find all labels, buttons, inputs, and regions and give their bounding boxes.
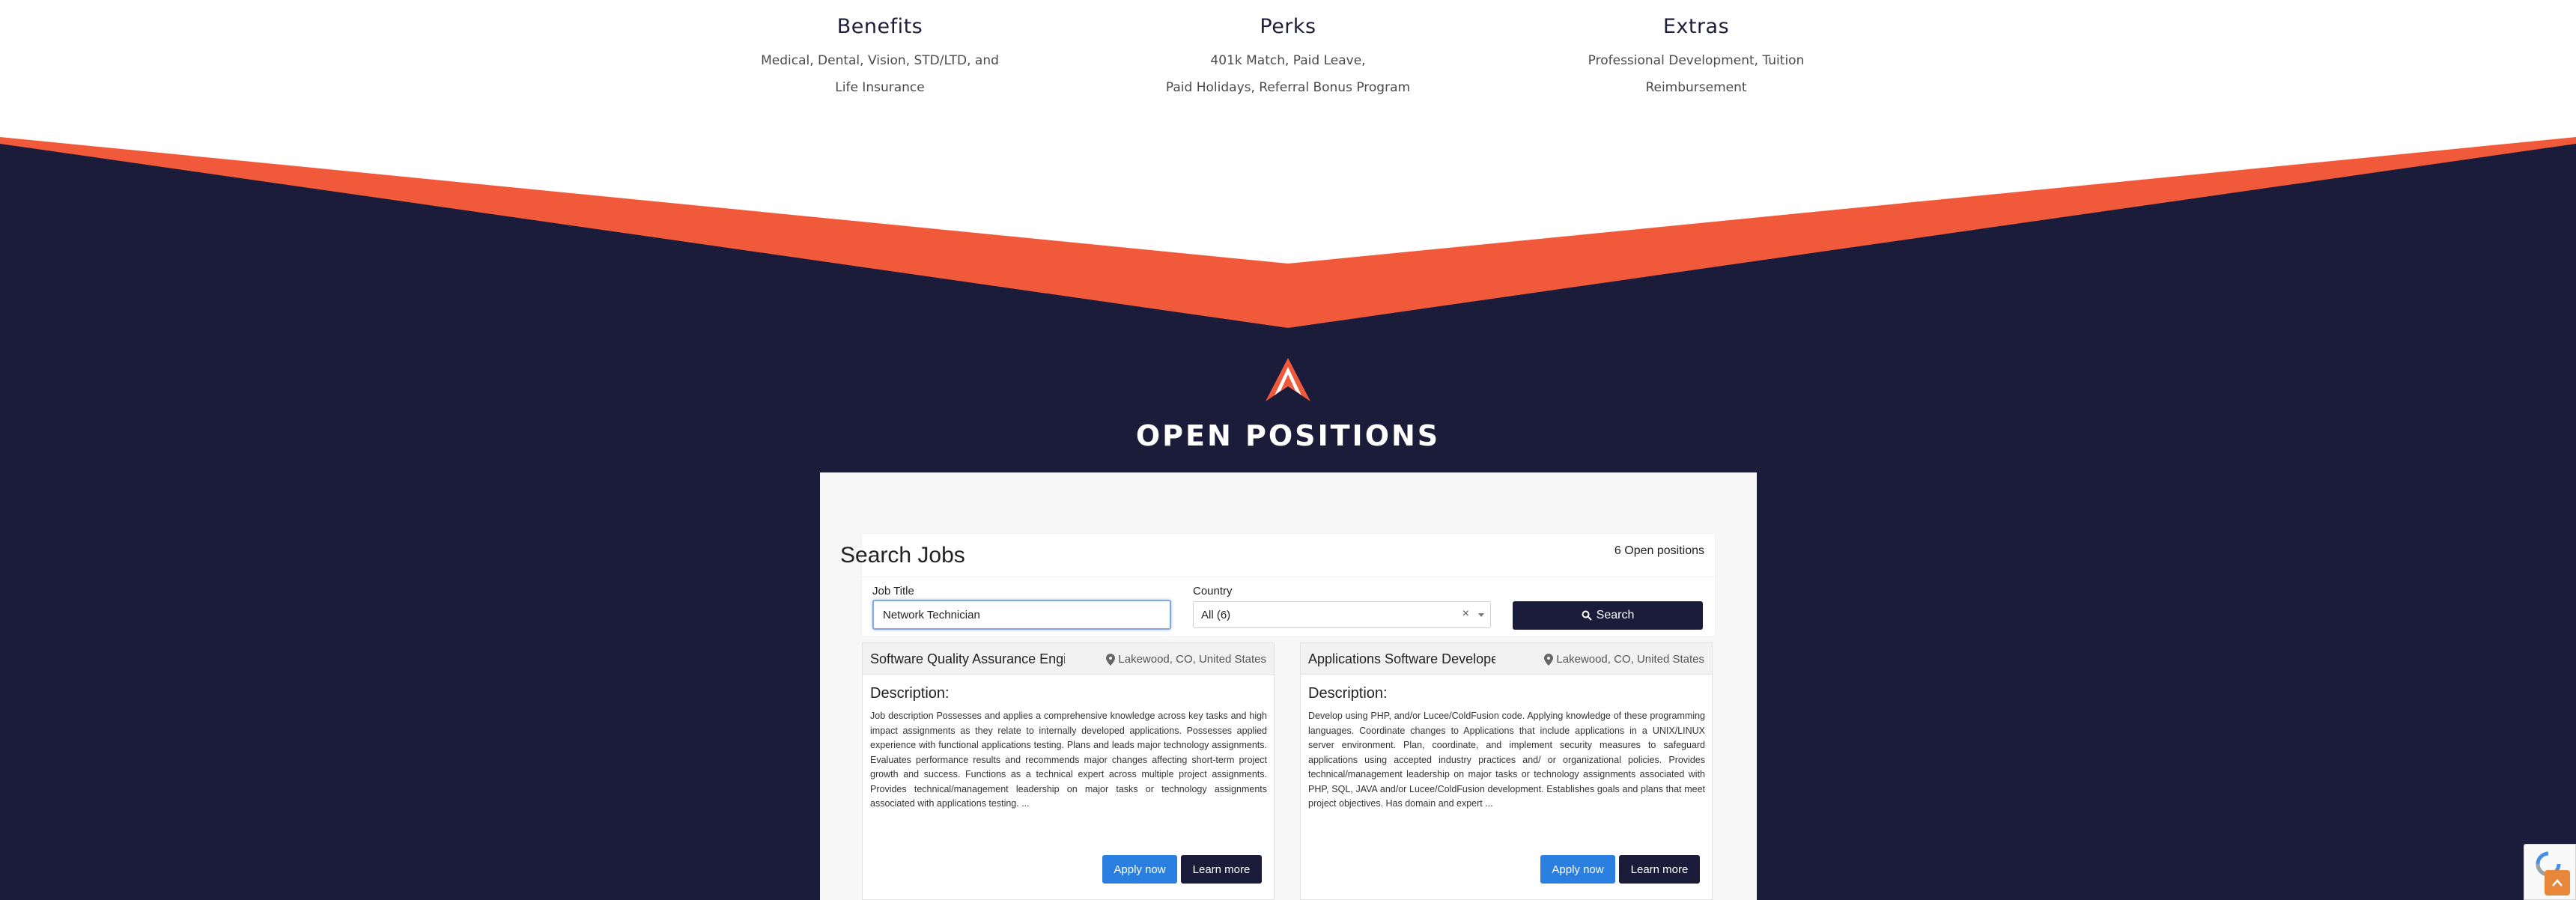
search-button[interactable]: Search xyxy=(1513,601,1703,630)
scroll-to-top-button[interactable] xyxy=(2545,870,2570,896)
job-card: Applications Software Developer Lakewood… xyxy=(1300,642,1713,900)
job-card-header: Software Quality Assurance Engineer Lake… xyxy=(863,643,1274,675)
job-location-text: Lakewood, CO, United States xyxy=(1118,653,1266,666)
location-pin-icon xyxy=(1106,653,1116,666)
chevron-down-icon[interactable] xyxy=(1478,613,1484,617)
search-button-label: Search xyxy=(1596,609,1635,621)
extras-line: Professional Development, Tuition xyxy=(1588,53,1805,68)
open-positions-count: 6 Open positions xyxy=(1614,544,1704,557)
job-description: Develop using PHP, and/or Lucee/ColdFusi… xyxy=(1308,711,1705,809)
benefits-line: Medical, Dental, Vision, STD/LTD, and xyxy=(761,53,999,68)
job-card-header: Applications Software Developer Lakewood… xyxy=(1301,643,1712,675)
perks-heading: Perks xyxy=(1260,15,1316,38)
apply-now-button[interactable]: Apply now xyxy=(1540,855,1615,884)
benefits-heading: Benefits xyxy=(836,15,923,38)
job-description: Job description Possesses and applies a … xyxy=(870,711,1267,809)
perks-line: Paid Holidays, Referral Bonus Program xyxy=(1165,80,1411,95)
benefits-line: Life Insurance xyxy=(835,80,925,95)
description-heading: Description: xyxy=(870,685,950,702)
chevron-divider xyxy=(0,135,2576,328)
search-title: Search Jobs xyxy=(840,543,965,568)
apply-now-button[interactable]: Apply now xyxy=(1102,855,1177,884)
perks-column: Perks 401k Match, Paid Leave, Paid Holid… xyxy=(1138,15,1438,101)
extras-heading: Extras xyxy=(1662,15,1730,38)
job-card: Software Quality Assurance Engineer Lake… xyxy=(862,642,1275,900)
learn-more-button[interactable]: Learn more xyxy=(1181,855,1262,884)
job-location: Lakewood, CO, United States xyxy=(1544,653,1704,666)
location-pin-icon xyxy=(1544,653,1554,666)
job-title[interactable]: Applications Software Developer xyxy=(1308,651,1495,667)
job-location-text: Lakewood, CO, United States xyxy=(1556,653,1704,666)
extras-column: Extras Professional Development, Tuition… xyxy=(1546,15,1846,101)
job-title-input[interactable] xyxy=(872,600,1171,630)
job-title-label: Job Title xyxy=(872,585,914,598)
benefits-section: Benefits Medical, Dental, Vision, STD/LT… xyxy=(0,0,2576,150)
country-label: Country xyxy=(1193,585,1233,598)
jobs-panel: Search Jobs 6 Open positions Job Title C… xyxy=(820,472,1757,900)
job-location: Lakewood, CO, United States xyxy=(1106,653,1266,666)
country-select[interactable]: All (6) × xyxy=(1193,601,1491,628)
learn-more-button[interactable]: Learn more xyxy=(1619,855,1700,884)
country-value: All (6) xyxy=(1201,609,1231,621)
job-title[interactable]: Software Quality Assurance Engineer xyxy=(870,651,1065,667)
clear-icon[interactable]: × xyxy=(1462,607,1469,621)
perks-line: 401k Match, Paid Leave, xyxy=(1210,53,1366,68)
extras-line: Reimbursement xyxy=(1645,80,1747,95)
section-title: OPEN POSITIONS xyxy=(1135,419,1441,452)
company-logo-icon xyxy=(1266,358,1310,401)
description-heading: Description: xyxy=(1308,685,1388,702)
search-icon xyxy=(1582,610,1592,621)
benefits-column: Benefits Medical, Dental, Vision, STD/LT… xyxy=(730,15,1030,101)
chevron-up-icon xyxy=(2552,879,2563,887)
